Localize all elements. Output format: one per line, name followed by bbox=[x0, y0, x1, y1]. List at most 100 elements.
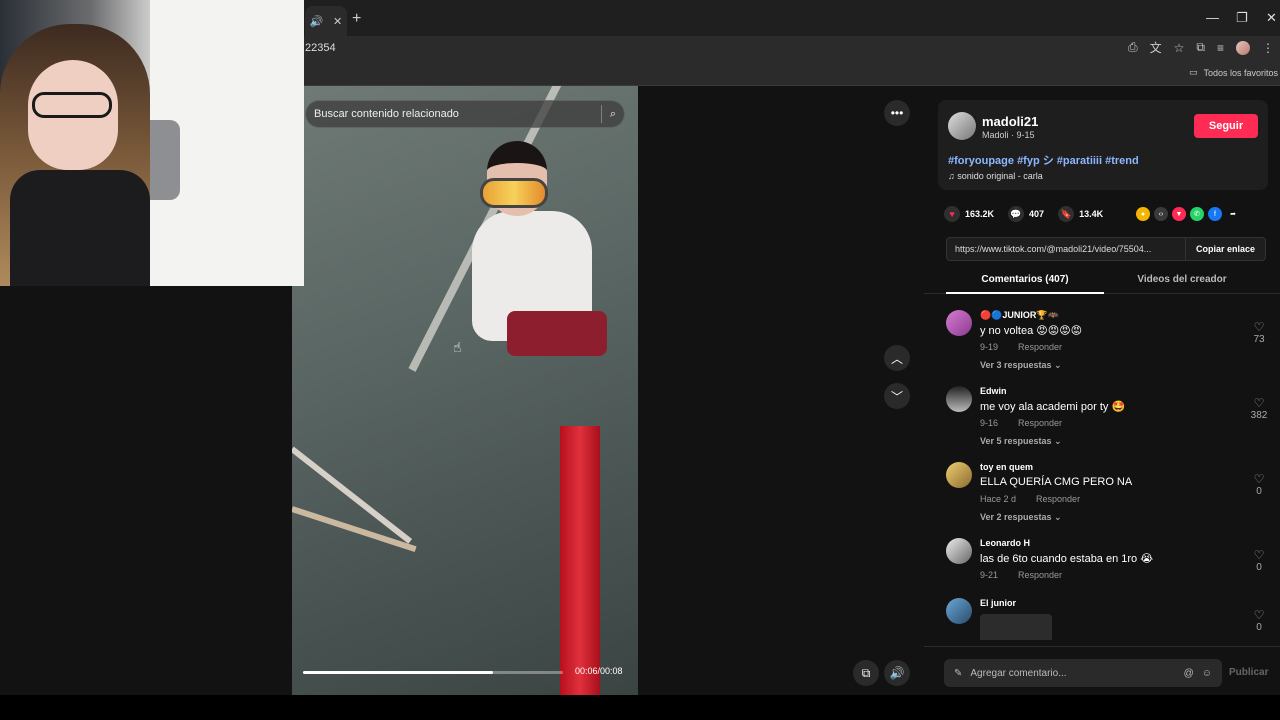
avatar[interactable] bbox=[946, 598, 972, 624]
extensions-icon[interactable]: ⧉ bbox=[1196, 40, 1205, 55]
add-comment-input[interactable]: ✎ Agregar comentario... @ ☺ bbox=[944, 659, 1222, 687]
comment-count: 407 bbox=[1029, 209, 1045, 219]
add-comment-bar: ✎ Agregar comentario... @ ☺ Publicar bbox=[924, 646, 1280, 695]
url-field[interactable]: 22354 bbox=[305, 42, 336, 54]
avatar[interactable] bbox=[946, 310, 972, 336]
whatsapp-icon[interactable]: ✆ bbox=[1190, 207, 1204, 221]
copy-link-button[interactable]: Copiar enlace bbox=[1184, 238, 1265, 260]
browser-tab[interactable]: 🔊 ✕ bbox=[305, 6, 347, 36]
more-options-button[interactable]: ••• bbox=[884, 100, 910, 126]
chevron-down-icon: ﹀ bbox=[890, 389, 903, 404]
creator-avatar[interactable] bbox=[948, 112, 976, 140]
mention-icon[interactable]: @ bbox=[1184, 668, 1194, 679]
reply-button[interactable]: Responder bbox=[1018, 418, 1062, 428]
video-player[interactable] bbox=[292, 86, 638, 695]
share-icon[interactable]: ➦ bbox=[1226, 207, 1240, 221]
bookmark-icon: 🔖 bbox=[1058, 206, 1075, 222]
comment-like-button[interactable]: ♡ 382 bbox=[1244, 396, 1274, 421]
heart-icon: ♡ bbox=[1253, 472, 1265, 486]
heart-icon: ♡ bbox=[1253, 608, 1265, 622]
previous-video-button[interactable]: ︿ bbox=[884, 345, 910, 371]
sound-link[interactable]: ♫ sonido original - carla bbox=[948, 171, 1043, 181]
comment-meta: 9-16 Responder bbox=[980, 418, 1062, 428]
comment-button[interactable]: 💬 407 bbox=[1008, 206, 1044, 222]
embed-icon[interactable]: ‹› bbox=[1154, 207, 1168, 221]
related-search-bar[interactable]: Buscar contenido relacionado ⌕ bbox=[305, 100, 625, 128]
minimize-button[interactable]: — bbox=[1206, 10, 1219, 25]
reply-button[interactable]: Responder bbox=[1018, 570, 1062, 580]
heart-icon: ♡ bbox=[1253, 548, 1265, 562]
comment-username[interactable]: toy en quem bbox=[980, 462, 1033, 472]
video-goggles bbox=[480, 178, 548, 208]
view-replies-button[interactable]: Ver 2 respuestas ⌄ bbox=[980, 512, 1062, 523]
search-icon[interactable]: ⌕ bbox=[610, 108, 616, 121]
reply-button[interactable]: Responder bbox=[1018, 342, 1062, 352]
webcam-glasses bbox=[32, 92, 112, 118]
add-comment-placeholder: Agregar comentario... bbox=[970, 667, 1067, 679]
follow-button[interactable]: Seguir bbox=[1194, 114, 1258, 138]
coin-icon[interactable]: ● bbox=[1136, 207, 1150, 221]
view-replies-button[interactable]: Ver 3 respuestas ⌄ bbox=[980, 360, 1062, 371]
audio-icon[interactable]: 🔊 bbox=[310, 15, 324, 28]
pip-icon: ⧉ bbox=[861, 665, 871, 680]
comment-image[interactable] bbox=[980, 614, 1052, 640]
comment-like-button[interactable]: ♡ 0 bbox=[1244, 548, 1274, 573]
close-tab-icon[interactable]: ✕ bbox=[333, 15, 342, 28]
all-bookmarks-label: Todos los favoritos bbox=[1203, 67, 1278, 78]
menu-icon[interactable]: ⋮ bbox=[1262, 41, 1274, 55]
all-bookmarks[interactable]: ▭ Todos los favoritos bbox=[1189, 67, 1278, 78]
comment-username[interactable]: Edwin bbox=[980, 386, 1007, 396]
creator-subtitle: Madoli · 9-15 bbox=[982, 130, 1035, 140]
comment-meta: 9-21 Responder bbox=[980, 570, 1062, 580]
comment-like-button[interactable]: ♡ 0 bbox=[1244, 472, 1274, 497]
comment-icon: ✎ bbox=[954, 667, 963, 679]
send-icon[interactable]: ▼ bbox=[1172, 207, 1186, 221]
restore-button[interactable]: ❐ bbox=[1236, 10, 1248, 26]
comment-like-count: 382 bbox=[1250, 410, 1268, 421]
comment-username[interactable]: El junior bbox=[980, 598, 1016, 608]
creator-card: madoli21 Madoli · 9-15 Seguir #foryoupag… bbox=[938, 100, 1268, 190]
save-count: 13.4K bbox=[1079, 209, 1104, 219]
sidebar: madoli21 Madoli · 9-15 Seguir #foryoupag… bbox=[924, 86, 1280, 695]
comment-username[interactable]: Leonardo H bbox=[980, 538, 1030, 548]
comment-text: ELLA QUERÍA CMG PERO NA bbox=[980, 476, 1133, 488]
pip-button[interactable]: ⧉ bbox=[853, 660, 879, 686]
avatar[interactable] bbox=[946, 462, 972, 488]
video-person-shorts bbox=[507, 311, 607, 356]
comment-username[interactable]: 🔴🔵JUNIOR🏆🦇 bbox=[980, 310, 1059, 321]
tab-creator-videos[interactable]: Videos del creador bbox=[1104, 274, 1260, 285]
star-icon[interactable]: ☆ bbox=[1174, 41, 1185, 55]
creator-username[interactable]: madoli21 bbox=[982, 114, 1038, 129]
translate-icon[interactable]: 文 bbox=[1150, 39, 1162, 56]
profile-icon[interactable] bbox=[1236, 40, 1250, 55]
new-tab-button[interactable]: + bbox=[352, 10, 361, 28]
comment-like-count: 0 bbox=[1256, 486, 1262, 497]
volume-button[interactable]: 🔊 bbox=[884, 660, 910, 686]
heart-icon: ♥ bbox=[944, 206, 960, 222]
tab-comments[interactable]: Comentarios (407) bbox=[946, 274, 1104, 285]
comment-date: 9-19 bbox=[980, 342, 999, 352]
media-icon[interactable]: ≡ bbox=[1217, 41, 1224, 55]
save-button[interactable]: 🔖 13.4K bbox=[1058, 206, 1103, 222]
related-search-input[interactable]: Buscar contenido relacionado bbox=[314, 108, 601, 120]
facebook-icon[interactable]: f bbox=[1208, 207, 1222, 221]
next-video-button[interactable]: ﹀ bbox=[884, 383, 910, 409]
like-button[interactable]: ♥ 163.2K bbox=[944, 206, 994, 222]
comment-like-button[interactable]: ♡ 73 bbox=[1244, 320, 1274, 345]
comment-like-button[interactable]: ♡ 0 bbox=[1244, 608, 1274, 633]
close-window-button[interactable]: ✕ bbox=[1266, 10, 1277, 26]
video-progress-bar[interactable] bbox=[303, 671, 563, 674]
emoji-icon[interactable]: ☺ bbox=[1202, 668, 1212, 679]
link-box: https://www.tiktok.com/@madoli21/video/7… bbox=[946, 237, 1266, 261]
reply-button[interactable]: Responder bbox=[1036, 494, 1080, 504]
install-icon[interactable]: ⎙ bbox=[1128, 40, 1138, 55]
video-time: 00:06/00:08 bbox=[575, 666, 623, 676]
avatar[interactable] bbox=[946, 386, 972, 412]
comment-meta: 9-19 Responder bbox=[980, 342, 1062, 352]
hashtags[interactable]: #foryoupage #fyp シ #paratiiii #trend bbox=[948, 152, 1139, 168]
view-replies-button[interactable]: Ver 5 respuestas ⌄ bbox=[980, 436, 1062, 447]
comment-like-count: 73 bbox=[1253, 334, 1265, 345]
video-link[interactable]: https://www.tiktok.com/@madoli21/video/7… bbox=[947, 244, 1185, 254]
publish-button[interactable]: Publicar bbox=[1229, 667, 1268, 678]
avatar[interactable] bbox=[946, 538, 972, 564]
